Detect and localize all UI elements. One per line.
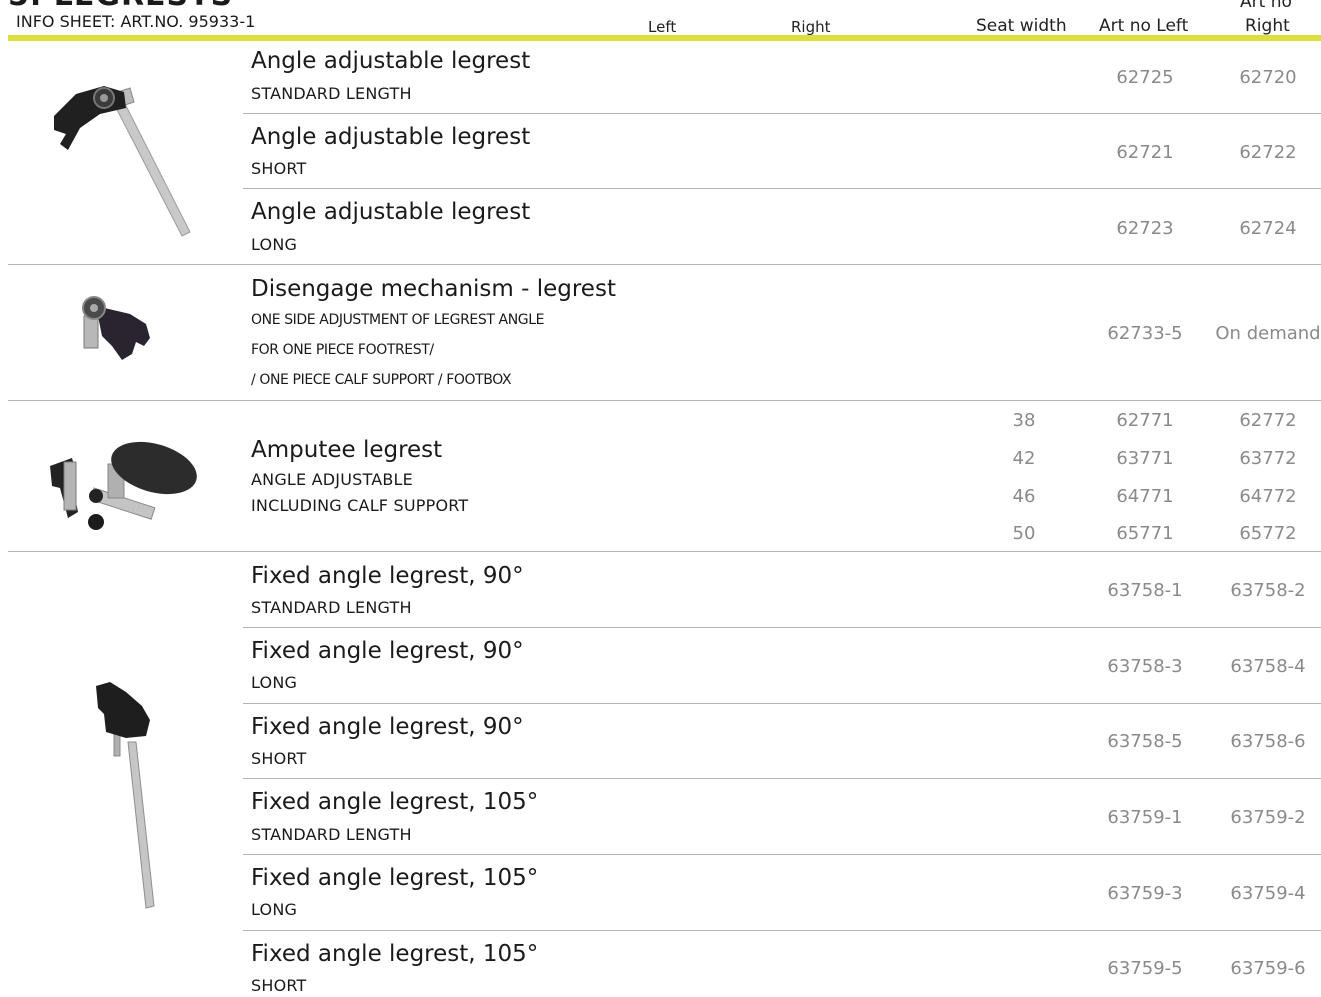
row-title: Angle adjustable legrest — [251, 199, 531, 225]
row-subtitle: ANGLE ADJUSTABLE — [251, 470, 413, 489]
row-title: Fixed angle legrest, 90° — [251, 563, 524, 589]
art-no-left: 62771 — [1116, 410, 1174, 431]
angle-adjustable-legrest-image — [54, 86, 191, 237]
col-header-right: Right — [791, 18, 831, 36]
row-subtitle: STANDARD LENGTH — [251, 825, 412, 844]
amputee-legrest-image — [50, 441, 197, 530]
row-subtitle: SHORT — [251, 976, 307, 995]
art-no-right: 63759-4 — [1230, 883, 1306, 904]
art-no-right: 63772 — [1239, 448, 1297, 469]
seat-width-value: 50 — [1012, 523, 1036, 544]
row-divider — [243, 113, 1321, 114]
group-divider — [8, 551, 1321, 552]
art-no-right: On demand — [1215, 323, 1321, 344]
group-divider — [8, 264, 1321, 265]
row-title: Fixed angle legrest, 90° — [251, 638, 524, 664]
row-divider — [243, 188, 1321, 189]
row-title: Fixed angle legrest, 105° — [251, 865, 539, 891]
art-no-right: 62720 — [1239, 67, 1297, 88]
art-no-left: 63758-3 — [1107, 656, 1183, 677]
row-subtitle: SHORT — [251, 749, 307, 768]
art-no-left: 63758-5 — [1107, 731, 1183, 752]
art-no-right: 65772 — [1239, 523, 1297, 544]
row-divider — [243, 854, 1321, 855]
row-subtitle: LONG — [251, 673, 298, 692]
row-subtitle: FOR ONE PIECE FOOTREST/ — [251, 342, 434, 358]
fixed-angle-legrest-image — [96, 682, 155, 909]
info-sheet-label: INFO SHEET: ART.NO. 95933-1 — [16, 12, 256, 31]
art-no-right: 63758-4 — [1230, 656, 1306, 677]
row-subtitle: ONE SIDE ADJUSTMENT OF LEGREST ANGLE — [251, 312, 545, 328]
row-subtitle: STANDARD LENGTH — [251, 84, 412, 103]
row-title: Disengage mechanism - legrest — [251, 276, 616, 302]
art-no-left: 63759-1 — [1107, 807, 1183, 828]
row-divider — [243, 703, 1321, 704]
art-no-left: 63759-3 — [1107, 883, 1183, 904]
art-no-right: 63758-2 — [1230, 580, 1306, 601]
group-divider — [8, 400, 1321, 401]
art-no-right: 63758-6 — [1230, 731, 1306, 752]
row-title: Fixed angle legrest, 90° — [251, 714, 524, 740]
col-header-art-no: Art no — [1240, 0, 1292, 12]
row-subtitle: LONG — [251, 235, 298, 254]
art-no-right: 62772 — [1239, 410, 1297, 431]
art-no-left: 63758-1 — [1107, 580, 1183, 601]
art-no-right: 62722 — [1239, 142, 1297, 163]
art-no-left: 62725 — [1116, 67, 1174, 88]
header-accent-bar — [8, 35, 1321, 41]
art-no-right: 62724 — [1239, 218, 1297, 239]
row-title: Fixed angle legrest, 105° — [251, 789, 539, 815]
seat-width-value: 42 — [1012, 448, 1036, 469]
art-no-right: 63759-6 — [1230, 958, 1306, 979]
art-no-left: 63759-5 — [1107, 958, 1183, 979]
row-subtitle: LONG — [251, 900, 298, 919]
seat-width-value: 38 — [1012, 410, 1036, 431]
art-no-left: 62733-5 — [1107, 323, 1183, 344]
art-no-left: 62721 — [1116, 142, 1174, 163]
row-subtitle: INCLUDING CALF SUPPORT — [251, 496, 469, 515]
row-title: Angle adjustable legrest — [251, 124, 531, 150]
row-subtitle: STANDARD LENGTH — [251, 598, 412, 617]
row-title: Amputee legrest — [251, 437, 443, 463]
row-divider — [243, 778, 1321, 779]
art-no-left: 62723 — [1116, 218, 1174, 239]
row-title: Fixed angle legrest, 105° — [251, 941, 539, 967]
row-subtitle: SHORT — [251, 159, 307, 178]
art-no-right: 63759-2 — [1230, 807, 1306, 828]
row-title: Angle adjustable legrest — [251, 48, 531, 74]
col-header-left: Left — [648, 18, 677, 36]
col-header-seat-width: Seat width — [976, 16, 1067, 36]
art-no-left: 64771 — [1116, 486, 1174, 507]
col-header-art-right: Right — [1245, 16, 1290, 36]
disengage-mechanism-image — [82, 296, 150, 360]
row-divider — [243, 930, 1321, 931]
art-no-left: 63771 — [1116, 448, 1174, 469]
col-header-art-no-left: Art no Left — [1099, 16, 1189, 36]
art-no-left: 65771 — [1116, 523, 1174, 544]
row-subtitle: / ONE PIECE CALF SUPPORT / FOOTBOX — [251, 372, 512, 388]
row-divider — [243, 627, 1321, 628]
art-no-right: 64772 — [1239, 486, 1297, 507]
seat-width-value: 46 — [1012, 486, 1036, 507]
